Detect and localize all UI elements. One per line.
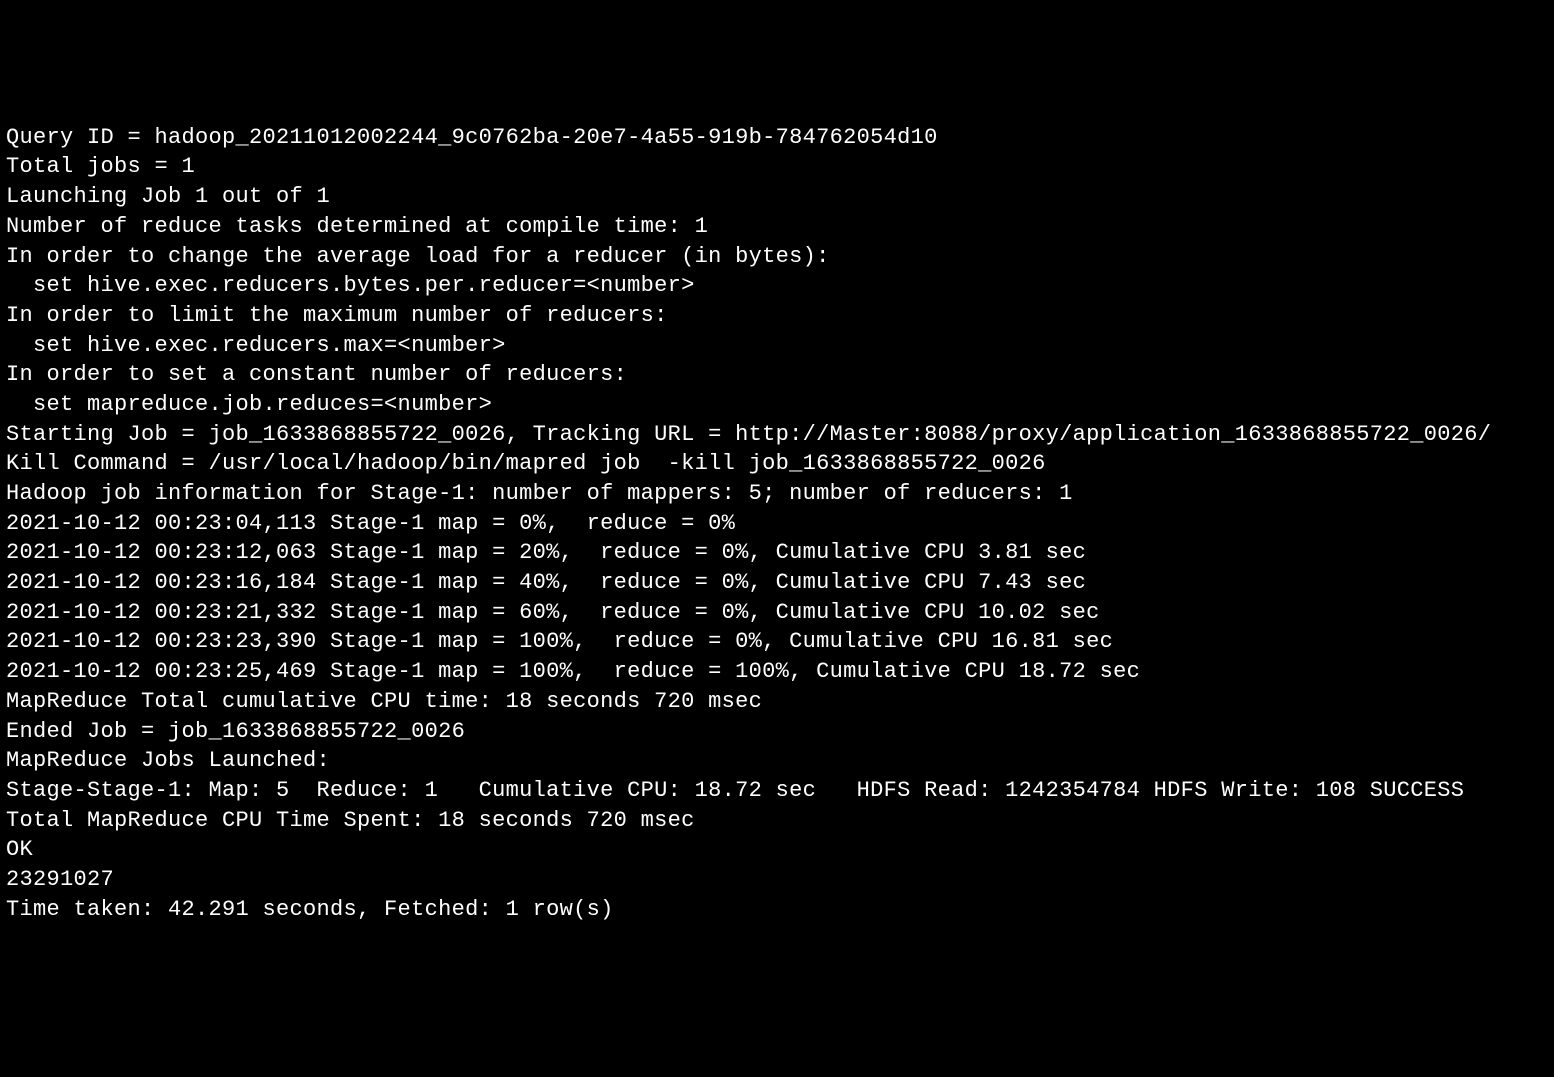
terminal-output[interactable]: Query ID = hadoop_20211012002244_9c0762b… <box>6 123 1548 925</box>
terminal-line: Total MapReduce CPU Time Spent: 18 secon… <box>6 806 1548 836</box>
terminal-line: Launching Job 1 out of 1 <box>6 182 1548 212</box>
terminal-line: Stage-Stage-1: Map: 5 Reduce: 1 Cumulati… <box>6 776 1548 806</box>
terminal-line: 2021-10-12 00:23:04,113 Stage-1 map = 0%… <box>6 509 1548 539</box>
terminal-line: Starting Job = job_1633868855722_0026, T… <box>6 420 1548 450</box>
terminal-line: Query ID = hadoop_20211012002244_9c0762b… <box>6 123 1548 153</box>
terminal-line: 23291027 <box>6 865 1548 895</box>
terminal-line: Total jobs = 1 <box>6 152 1548 182</box>
terminal-line: set mapreduce.job.reduces=<number> <box>6 390 1548 420</box>
terminal-line: 2021-10-12 00:23:25,469 Stage-1 map = 10… <box>6 657 1548 687</box>
terminal-line: Kill Command = /usr/local/hadoop/bin/map… <box>6 449 1548 479</box>
terminal-line: Number of reduce tasks determined at com… <box>6 212 1548 242</box>
terminal-line: OK <box>6 835 1548 865</box>
terminal-line: In order to limit the maximum number of … <box>6 301 1548 331</box>
terminal-line: In order to change the average load for … <box>6 242 1548 272</box>
terminal-line: Time taken: 42.291 seconds, Fetched: 1 r… <box>6 895 1548 925</box>
terminal-line: 2021-10-12 00:23:23,390 Stage-1 map = 10… <box>6 627 1548 657</box>
terminal-line: MapReduce Jobs Launched: <box>6 746 1548 776</box>
terminal-line: Ended Job = job_1633868855722_0026 <box>6 717 1548 747</box>
terminal-line: 2021-10-12 00:23:21,332 Stage-1 map = 60… <box>6 598 1548 628</box>
terminal-line: set hive.exec.reducers.bytes.per.reducer… <box>6 271 1548 301</box>
terminal-line: Hadoop job information for Stage-1: numb… <box>6 479 1548 509</box>
terminal-line: MapReduce Total cumulative CPU time: 18 … <box>6 687 1548 717</box>
terminal-line: In order to set a constant number of red… <box>6 360 1548 390</box>
terminal-line: set hive.exec.reducers.max=<number> <box>6 331 1548 361</box>
terminal-line: 2021-10-12 00:23:12,063 Stage-1 map = 20… <box>6 538 1548 568</box>
terminal-line: 2021-10-12 00:23:16,184 Stage-1 map = 40… <box>6 568 1548 598</box>
